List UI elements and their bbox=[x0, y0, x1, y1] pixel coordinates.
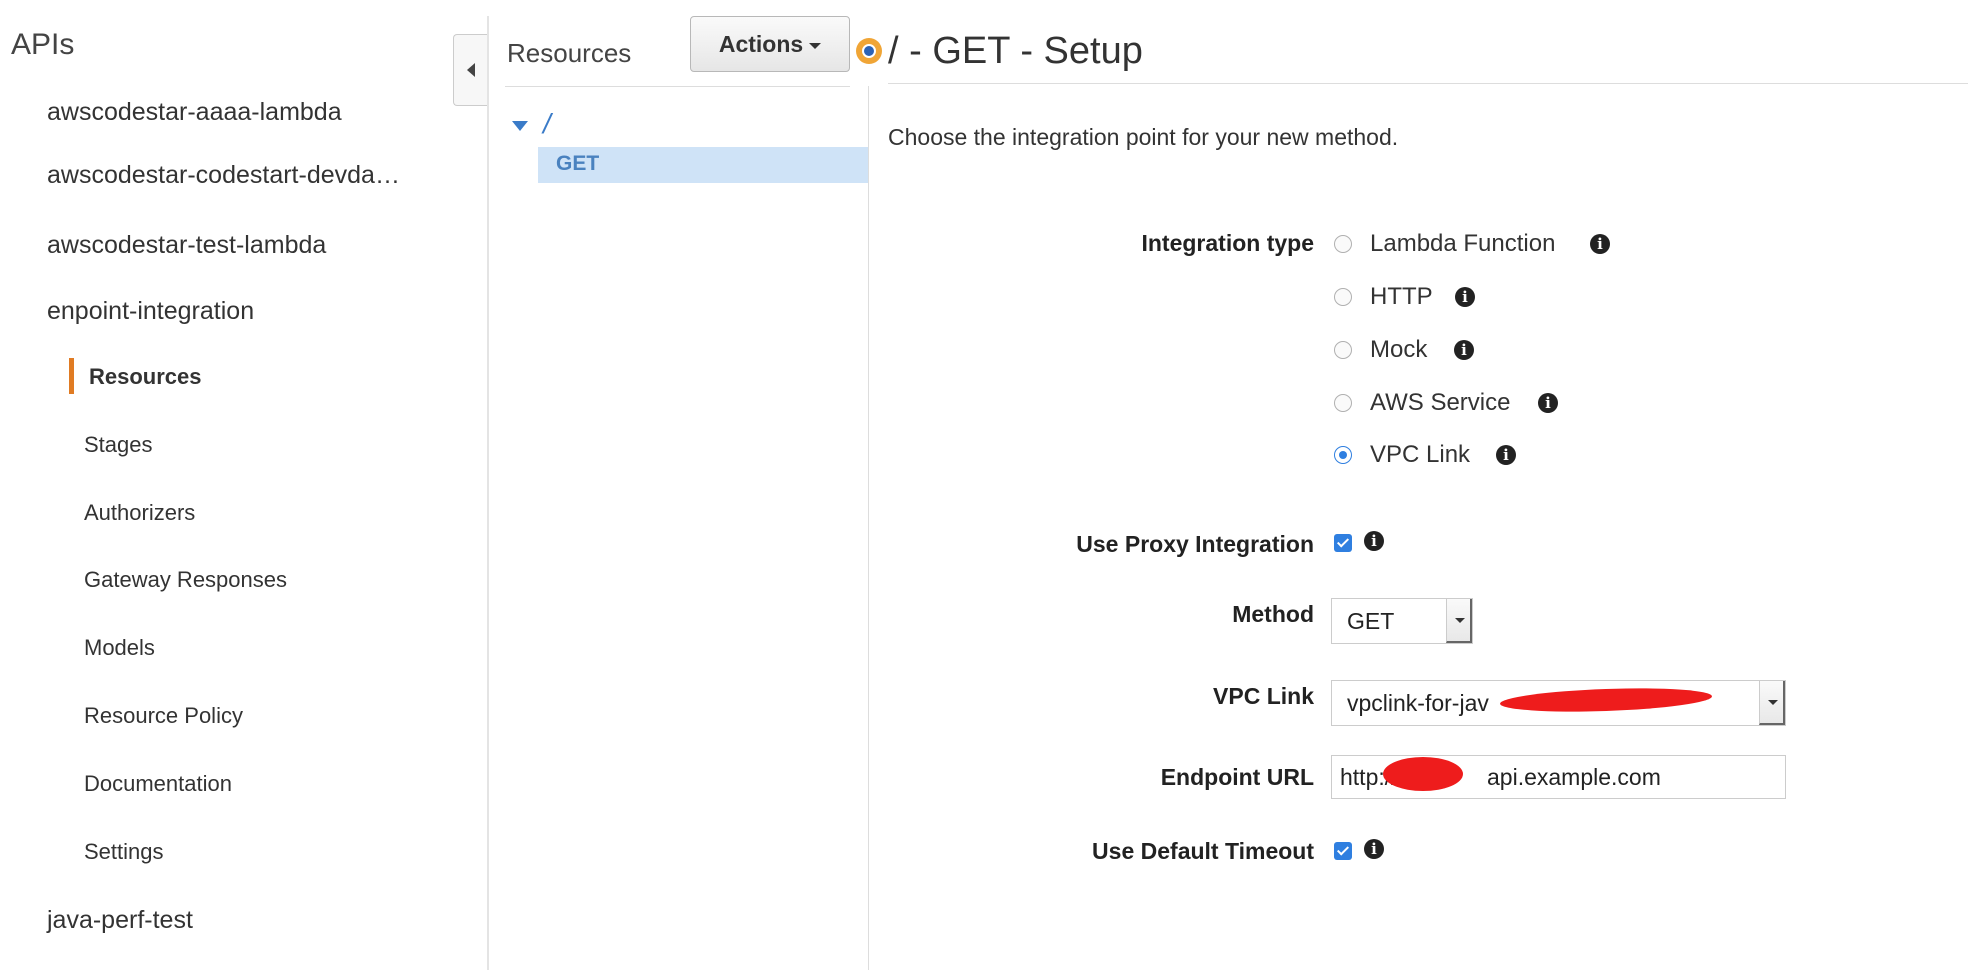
radio-label-mock: Mock bbox=[1370, 336, 1428, 363]
chevron-down-icon bbox=[1446, 599, 1472, 643]
radio-label-lambda-function: Lambda Function bbox=[1370, 230, 1556, 257]
radio-label-vpc-link: VPC Link bbox=[1370, 441, 1471, 468]
use-default-timeout-checkbox[interactable] bbox=[1334, 842, 1352, 860]
info-icon[interactable]: i bbox=[1454, 340, 1474, 360]
redaction-mark bbox=[1383, 757, 1463, 791]
resize-handle-icon[interactable] bbox=[856, 38, 882, 64]
tree-expand-icon[interactable] bbox=[512, 121, 528, 131]
info-icon[interactable]: i bbox=[1364, 531, 1384, 551]
info-icon[interactable]: i bbox=[1590, 234, 1610, 254]
vpc-link-select[interactable]: vpclink-for-jav bbox=[1331, 680, 1786, 726]
api-sidebar: APIs awscodestar-aaaa-lambda awscodestar… bbox=[0, 0, 488, 970]
panel-divider bbox=[868, 86, 869, 970]
radio-mock[interactable] bbox=[1334, 341, 1352, 359]
info-icon[interactable]: i bbox=[1538, 393, 1558, 413]
apis-heading: APIs bbox=[11, 28, 75, 61]
sidebar-item-documentation[interactable]: Documentation bbox=[84, 771, 232, 797]
api-item-java-perf-test[interactable]: java-perf-test bbox=[47, 906, 193, 935]
resource-root-path[interactable]: / bbox=[543, 108, 551, 140]
method-select-value: GET bbox=[1347, 608, 1395, 634]
caret-down-icon bbox=[809, 42, 822, 49]
sidebar-item-resources[interactable]: Resources bbox=[89, 364, 202, 390]
resize-handle-dot bbox=[862, 44, 876, 58]
integration-type-label: Integration type bbox=[1141, 230, 1314, 256]
resource-method-get: GET bbox=[556, 152, 600, 175]
info-icon[interactable]: i bbox=[1364, 839, 1384, 859]
resources-heading: Resources bbox=[507, 38, 632, 68]
sidebar-item-resource-policy[interactable]: Resource Policy bbox=[84, 703, 243, 729]
sidebar-item-gateway-responses[interactable]: Gateway Responses bbox=[84, 567, 287, 593]
intro-text: Choose the integration point for your ne… bbox=[888, 124, 1399, 150]
radio-lambda-function[interactable] bbox=[1334, 235, 1352, 253]
title-divider bbox=[888, 83, 1968, 84]
api-item-awscodestar-codestart-devda[interactable]: awscodestar-codestart-devda… bbox=[47, 161, 400, 190]
caret-left-icon bbox=[467, 63, 475, 77]
sidebar-divider bbox=[487, 16, 489, 970]
vpc-link-label: VPC Link bbox=[1213, 683, 1314, 709]
use-proxy-label: Use Proxy Integration bbox=[1076, 531, 1314, 557]
radio-http[interactable] bbox=[1334, 288, 1352, 306]
radio-label-aws-service: AWS Service bbox=[1370, 389, 1511, 416]
info-icon[interactable]: i bbox=[1455, 287, 1475, 307]
radio-aws-service[interactable] bbox=[1334, 394, 1352, 412]
collapse-sidebar-button[interactable] bbox=[453, 34, 487, 106]
api-item-awscodestar-test-lambda[interactable]: awscodestar-test-lambda bbox=[47, 231, 326, 260]
sidebar-item-settings[interactable]: Settings bbox=[84, 839, 164, 865]
use-proxy-checkbox[interactable] bbox=[1334, 534, 1352, 552]
vpc-link-select-value: vpclink-for-jav bbox=[1347, 690, 1489, 716]
api-item-enpoint-integration[interactable]: enpoint-integration bbox=[47, 297, 254, 326]
method-select[interactable]: GET bbox=[1331, 598, 1473, 644]
actions-dropdown-button[interactable]: Actions bbox=[690, 16, 850, 72]
sidebar-item-models[interactable]: Models bbox=[84, 635, 155, 661]
method-label: Method bbox=[1232, 601, 1314, 627]
sidebar-item-authorizers[interactable]: Authorizers bbox=[84, 500, 195, 526]
resource-method-row[interactable]: GET bbox=[538, 147, 869, 183]
actions-label: Actions bbox=[718, 30, 804, 57]
sidebar-item-stages[interactable]: Stages bbox=[84, 432, 153, 458]
api-item-awscodestar-aaaa-lambda[interactable]: awscodestar-aaaa-lambda bbox=[47, 98, 342, 127]
endpoint-url-label: Endpoint URL bbox=[1160, 764, 1314, 790]
info-icon[interactable]: i bbox=[1496, 445, 1516, 465]
radio-label-http: HTTP bbox=[1370, 283, 1433, 310]
resources-divider bbox=[505, 86, 850, 87]
active-indicator bbox=[69, 358, 74, 394]
chevron-down-icon bbox=[1759, 681, 1785, 725]
radio-vpc-link[interactable] bbox=[1334, 446, 1352, 464]
redaction-mark bbox=[1499, 685, 1713, 715]
page-title: / - GET - Setup bbox=[888, 30, 1143, 72]
use-default-timeout-label: Use Default Timeout bbox=[1092, 838, 1314, 864]
